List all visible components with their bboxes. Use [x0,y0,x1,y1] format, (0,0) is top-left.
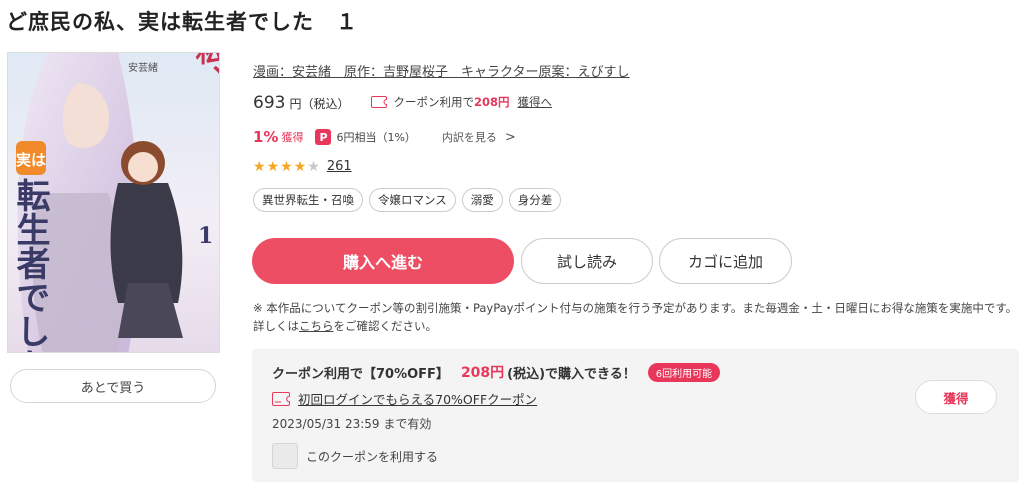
coupon-hint-prefix: クーポン利用で [393,95,474,109]
tag-dekiai[interactable]: 溺愛 [461,188,503,212]
credits-link[interactable]: 漫画：安芸緒 原作：吉野屋桜子 キャラクター原案：えびすし [253,61,629,80]
coupon-panel: クーポン利用で【70%OFF】 208円 (税込)で購入できる！ 6回利用可能 … [252,349,1019,482]
genre-tags: 異世界転生・召喚 令嬢ロマンス 溺愛 身分差 [253,188,562,212]
book-cover-image[interactable]: ど庶民の私、 実は 転生者でした 安芸緒 1 [7,52,220,353]
add-to-cart-button[interactable]: カゴに追加 [659,238,792,284]
buy-button[interactable]: 購入へ進む [252,238,514,284]
points-percent: 1% [253,128,279,146]
coupon-icon [272,391,290,406]
chevron-right-icon[interactable]: > [505,130,516,145]
review-count-link[interactable]: 261 [327,159,352,174]
coupon-heading-prefix: クーポン利用で【70%OFF】 [272,366,449,382]
coupon-name-link[interactable]: 初回ログインでもらえる70%OFFクーポン [298,389,537,408]
star-icon: ★ [266,158,280,175]
tag-reijou-romance[interactable]: 令嬢ロマンス [369,188,456,212]
coupon-expiry: 2023/05/31 23:59 まで有効 [272,417,432,431]
cover-title-line1: ど庶民の私、 [192,53,221,93]
breakdown-link[interactable]: 内訳を見る [442,129,497,145]
page-title: ど庶民の私、実は転生者でした １ [6,10,358,34]
points-label: 獲得 [281,131,304,144]
coupon-get-link[interactable]: 獲得へ [517,94,552,110]
tag-mibunsa[interactable]: 身分差 [508,188,562,212]
trial-read-button[interactable]: 試し読み [521,238,653,284]
usage-count-badge: 6回利用可能 [647,362,721,382]
price-row: 693 円（税込） クーポン利用で 208円 獲得へ [253,93,552,113]
coupon-heading-suffix: (税込)で購入できる！ [507,366,636,382]
cover-illustration: ど庶民の私、 実は 転生者でした 安芸緒 1 [8,53,221,353]
star-icon: ★ [253,158,266,175]
star-empty-icon: ★ [307,158,320,175]
use-coupon-label: このクーポンを利用する [306,449,439,464]
cover-title-line2: 転生者でした [10,178,50,353]
coupon-hint-amount: 208円 [473,95,510,109]
tag-isekai[interactable]: 異世界転生・召喚 [253,188,363,212]
notice-link[interactable]: こちら [299,319,334,333]
price-value: 693 [253,93,286,113]
cover-accent: 実は [16,151,46,169]
rating: ★ ★ ★ ★ ★ 261 [253,159,352,174]
use-coupon-checkbox[interactable] [272,443,298,469]
paypay-icon: P [315,129,332,145]
coupon-icon [371,96,388,108]
points-row: 1% 獲得 P 6円相当（1%） 内訳を見る > [253,128,516,146]
coupon-heading-amount: 208円 [460,365,505,381]
campaign-notice: ※ 本作品についてクーポン等の割引施策・PayPayポイント付与の施策を行う予定… [253,299,1019,335]
get-coupon-button[interactable]: 獲得 [915,380,997,414]
coupon-item: 初回ログインでもらえる70%OFFクーポン [272,389,537,408]
paypay-text: 6円相当（1%） [336,131,416,144]
use-coupon-option[interactable]: このクーポンを利用する [272,443,438,469]
buy-later-button[interactable]: あとで買う [10,369,216,403]
coupon-panel-heading: クーポン利用で【70%OFF】 208円 (税込)で購入できる！ 6回利用可能 [272,362,721,382]
cover-author: 安芸緒 [128,61,158,74]
coupon-hint: クーポン利用で 208円 獲得へ [371,94,552,110]
star-icon: ★ [280,158,293,175]
price-unit: 円（税込） [289,97,350,111]
notice-text-end: をご確認ください。 [333,319,438,333]
cover-volume: 1 [198,223,213,249]
star-icon: ★ [293,158,307,175]
